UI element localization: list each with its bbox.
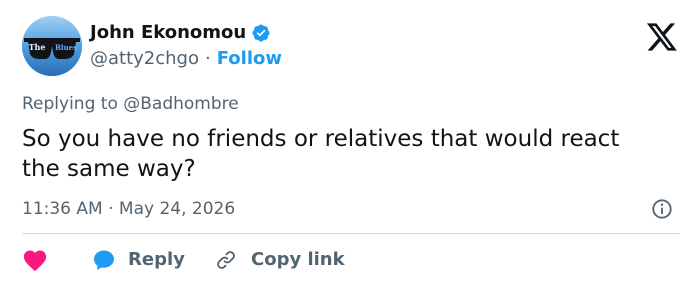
link-icon <box>217 251 235 269</box>
separator-dot: · <box>205 48 211 69</box>
copy-link-button[interactable]: Copy link <box>215 249 345 271</box>
like-button[interactable] <box>22 248 92 272</box>
avatar-image: The Blues <box>22 16 82 76</box>
action-bar: Reply Copy link <box>22 245 345 275</box>
x-logo-icon[interactable] <box>645 22 679 52</box>
avatar[interactable]: The Blues <box>22 16 82 76</box>
avatar-text-left: The <box>29 42 46 52</box>
author-handle[interactable]: @atty2chgo <box>90 48 199 70</box>
info-icon[interactable] <box>651 198 673 220</box>
tweet-text: So you have no friends or relatives that… <box>22 126 620 182</box>
author-handle-row: @atty2chgo · Follow <box>90 48 282 70</box>
speech-bubble-icon <box>94 250 114 270</box>
reply-label: Reply <box>128 249 185 270</box>
divider <box>22 233 680 234</box>
follow-button[interactable]: Follow <box>217 48 282 70</box>
verified-badge-icon[interactable] <box>251 23 271 43</box>
copy-link-label: Copy link <box>251 249 345 270</box>
timestamp[interactable]: 11:36 AM · May 24, 2026 <box>22 198 235 220</box>
replying-to: Replying to @Badhombre <box>22 94 239 114</box>
heart-icon <box>23 250 47 272</box>
tweet-card: The Blues John Ekonomou @atty2chgo · Fol… <box>0 0 700 287</box>
author-name-row: John Ekonomou <box>90 22 271 44</box>
reply-button[interactable]: Reply <box>92 248 215 272</box>
avatar-text-right: Blues <box>55 43 77 52</box>
author-display-name[interactable]: John Ekonomou <box>90 22 246 44</box>
